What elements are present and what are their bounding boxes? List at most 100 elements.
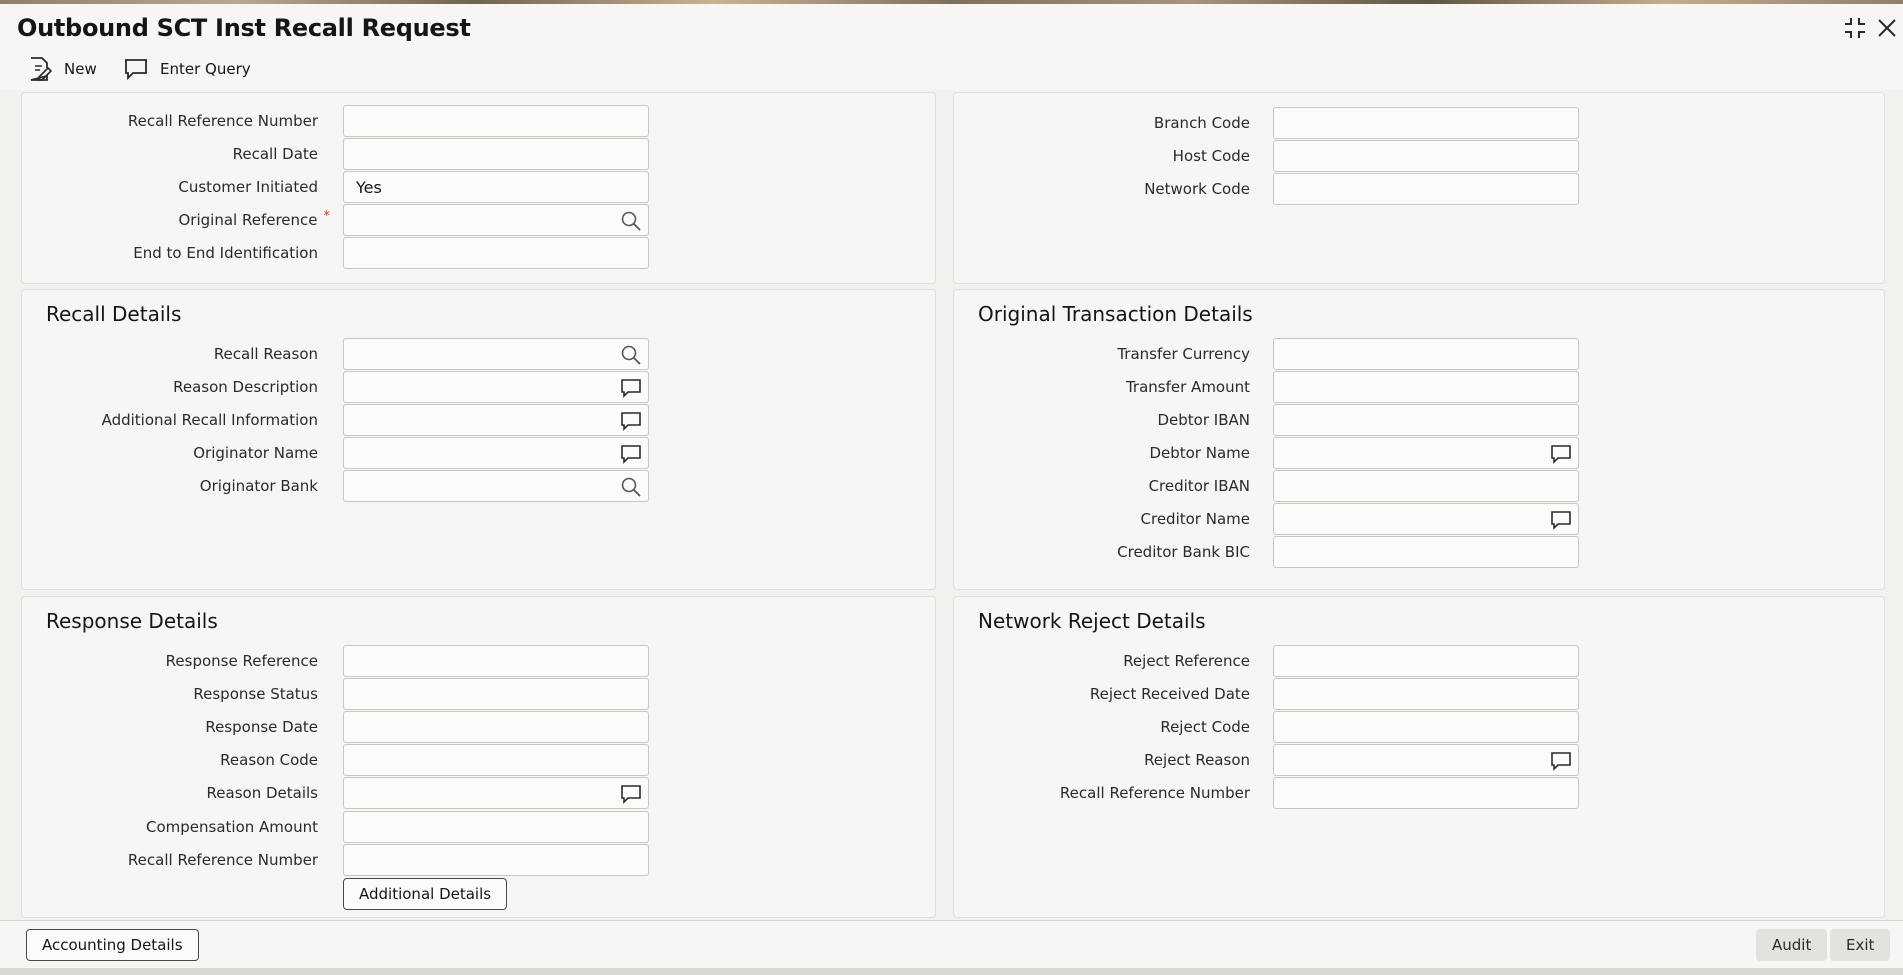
creditor-bank-bic-field[interactable]	[1273, 536, 1579, 568]
recall-date-field[interactable]	[343, 138, 649, 170]
transfer-currency-label: Transfer Currency	[1117, 345, 1250, 363]
response-reference-label-row: Response Reference	[22, 645, 318, 677]
comment-icon[interactable]	[1550, 750, 1572, 772]
debtor-iban-field[interactable]	[1273, 404, 1579, 436]
transfer-amount-label-row: Transfer Amount	[954, 371, 1250, 403]
compensation-amount-field[interactable]	[343, 811, 649, 843]
enter-query-icon	[125, 59, 147, 81]
recall-reason-label: Recall Reason	[213, 345, 318, 363]
bottom-strip	[0, 968, 1903, 975]
original-reference-label: Original Reference	[178, 211, 318, 229]
reason-code-field[interactable]	[343, 744, 649, 776]
reason-code-label: Reason Code	[220, 751, 318, 769]
creditor-iban-label: Creditor IBAN	[1148, 477, 1250, 495]
recall-reference-number-label: Recall Reference Number	[127, 112, 318, 130]
additional-details-button[interactable]: Additional Details	[343, 878, 508, 910]
response-reference-label: Response Reference	[165, 652, 318, 670]
comment-icon[interactable]	[620, 410, 642, 432]
recall-reason-label-row: Recall Reason	[22, 338, 318, 370]
close-icon[interactable]	[1874, 15, 1900, 41]
recall-reference-number-label-row: Recall Reference Number	[22, 105, 318, 137]
original-transaction-details-panel: Original Transaction Details Transfer Cu…	[953, 289, 1885, 590]
response-status-label: Response Status	[193, 685, 318, 703]
transfer-currency-field[interactable]	[1273, 338, 1579, 370]
branch-code-label-row: Branch Code	[954, 107, 1250, 139]
additional-recall-information-label: Additional Recall Information	[101, 411, 318, 429]
reject-recall-reference-number-label: Recall Reference Number	[1059, 784, 1250, 802]
debtor-iban-label-row: Debtor IBAN	[954, 404, 1251, 436]
header-panel-left: Recall Reference Number Recall Date Cust…	[21, 92, 936, 284]
response-date-field[interactable]	[343, 711, 649, 743]
reject-reason-field[interactable]	[1273, 744, 1579, 776]
response-details-title: Response Details	[46, 609, 218, 633]
creditor-iban-field[interactable]	[1273, 470, 1579, 502]
search-icon[interactable]	[620, 210, 642, 232]
enter-query-button[interactable]: Enter Query	[124, 54, 251, 84]
response-reference-field[interactable]	[343, 645, 649, 677]
search-icon[interactable]	[620, 476, 642, 498]
branch-code-field[interactable]	[1273, 107, 1579, 139]
footer-bar: Accounting Details Audit Exit	[0, 920, 1903, 968]
transfer-currency-label-row: Transfer Currency	[954, 338, 1250, 370]
host-code-label: Host Code	[1172, 147, 1250, 165]
originator-name-field[interactable]	[343, 437, 649, 469]
network-reject-details-panel: Network Reject Details Reject Reference …	[953, 596, 1885, 918]
reason-description-field[interactable]	[343, 371, 649, 403]
originator-bank-field[interactable]	[343, 470, 649, 502]
comment-icon[interactable]	[1550, 443, 1572, 465]
response-recall-reference-number-field[interactable]	[343, 844, 649, 876]
reject-code-label: Reject Code	[1160, 718, 1250, 736]
branch-code-label: Branch Code	[1153, 114, 1250, 132]
reason-details-label: Reason Details	[206, 784, 318, 802]
originator-bank-label: Originator Bank	[199, 477, 318, 495]
search-icon[interactable]	[620, 344, 642, 366]
comment-icon[interactable]	[620, 377, 642, 399]
end-to-end-identification-label-row: End to End Identification	[22, 237, 318, 269]
window-title: Outbound SCT Inst Recall Request	[17, 14, 471, 42]
reason-details-label-row: Reason Details	[22, 777, 318, 809]
originator-bank-label-row: Originator Bank	[22, 470, 318, 502]
reason-code-label-row: Reason Code	[22, 744, 318, 776]
end-to-end-identification-label: End to End Identification	[133, 244, 318, 262]
new-button[interactable]: New	[28, 54, 97, 84]
recall-reason-field[interactable]	[343, 338, 649, 370]
end-to-end-identification-field[interactable]	[343, 237, 649, 269]
response-status-field[interactable]	[343, 678, 649, 710]
comment-icon[interactable]	[620, 443, 642, 465]
additional-recall-information-field[interactable]	[343, 404, 649, 436]
recall-date-label: Recall Date	[232, 145, 318, 163]
header-panel-right: Branch Code Host Code Network Code	[953, 92, 1885, 284]
response-details-panel: Response Details Response Reference Resp…	[21, 596, 936, 918]
accounting-details-button[interactable]: Accounting Details	[26, 929, 199, 961]
customer-initiated-field[interactable]: Yes	[343, 171, 649, 203]
response-recall-reference-number-label: Recall Reference Number	[127, 851, 318, 869]
original-transaction-details-title: Original Transaction Details	[978, 302, 1253, 326]
original-reference-field[interactable]	[343, 204, 649, 236]
originator-name-label: Originator Name	[193, 444, 318, 462]
required-asterisk: *	[323, 209, 331, 224]
exit-button[interactable]: Exit	[1830, 929, 1891, 961]
compensation-amount-label-row: Compensation Amount	[22, 811, 318, 843]
recall-reference-number-field[interactable]	[343, 105, 649, 137]
reject-reason-label-row: Reject Reason	[954, 744, 1250, 776]
transfer-amount-field[interactable]	[1273, 371, 1579, 403]
reason-details-field[interactable]	[343, 777, 649, 809]
debtor-name-field[interactable]	[1273, 437, 1579, 469]
reject-code-field[interactable]	[1273, 711, 1579, 743]
comment-icon[interactable]	[620, 783, 642, 805]
host-code-field[interactable]	[1273, 140, 1579, 172]
reject-recall-reference-number-field[interactable]	[1273, 777, 1579, 809]
reject-received-date-label-row: Reject Received Date	[954, 678, 1250, 710]
creditor-name-label-row: Creditor Name	[954, 503, 1250, 535]
reject-reference-field[interactable]	[1273, 645, 1579, 677]
customer-initiated-label: Customer Initiated	[178, 178, 318, 196]
creditor-name-field[interactable]	[1273, 503, 1579, 535]
reject-received-date-field[interactable]	[1273, 678, 1579, 710]
network-code-field[interactable]	[1273, 173, 1579, 205]
reject-recall-reference-number-label-row: Recall Reference Number	[954, 777, 1250, 809]
collapse-icon[interactable]	[1842, 15, 1868, 41]
audit-button[interactable]: Audit	[1756, 929, 1828, 961]
comment-icon[interactable]	[1550, 509, 1572, 531]
reject-code-label-row: Reject Code	[954, 711, 1250, 743]
recall-date-label-row: Recall Date	[22, 138, 318, 170]
